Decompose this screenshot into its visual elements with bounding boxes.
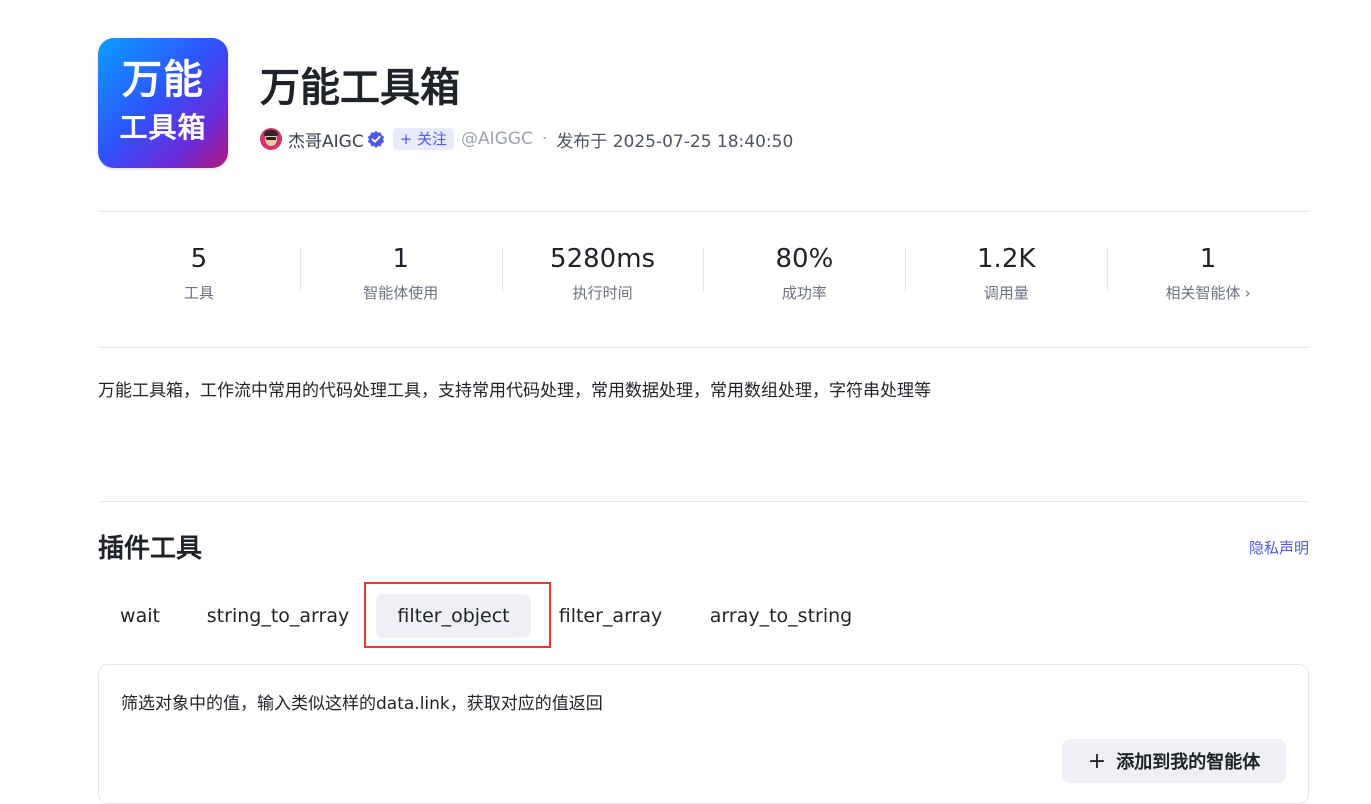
stat-label: 工具: [183, 284, 214, 302]
author-handle: @AIGGC: [461, 129, 533, 149]
stat-label: 智能体使用: [363, 284, 439, 302]
divider: [98, 501, 1309, 502]
stat-label: 调用量: [983, 284, 1029, 302]
plugin-description: 万能工具箱，工作流中常用的代码处理工具，支持常用代码处理，常用数据处理，常用数组…: [98, 381, 931, 401]
stat-call-count: 1.2K 调用量: [905, 240, 1107, 310]
plugin-meta: 杰哥AIGC + 关注 @AIGGC · 发布于 2025-07-25 18:4…: [260, 126, 793, 152]
divider: [98, 347, 1309, 348]
publish-time: 发布于 2025-07-25 18:40:50: [556, 131, 794, 152]
meta-separator: ·: [541, 129, 548, 149]
tab-filter-array[interactable]: filter_array: [548, 594, 673, 638]
stat-tools: 5 工具: [98, 240, 300, 310]
tool-detail-panel: 筛选对象中的值，输入类似这样的data.link，获取对应的值返回 + 添加到我…: [98, 664, 1309, 804]
add-to-agent-button[interactable]: + 添加到我的智能体: [1062, 739, 1286, 783]
follow-button[interactable]: + 关注: [392, 128, 455, 150]
stat-label: 成功率: [781, 284, 827, 302]
plus-icon: +: [1087, 748, 1107, 774]
stat-value: 5280ms: [550, 244, 656, 274]
tab-wait[interactable]: wait: [98, 594, 182, 638]
stat-agent-usage: 1 智能体使用: [299, 240, 502, 310]
author-name[interactable]: 杰哥AIGC: [288, 127, 364, 152]
stat-label: 执行时间: [572, 284, 633, 302]
plugin-detail-page: 万能 工具箱 万能工具箱 杰哥AIGC + 关注 @AIGGC · 发布于 20…: [98, 0, 1309, 804]
stat-value: 1: [392, 244, 410, 274]
tab-filter-object[interactable]: filter_object: [376, 594, 531, 638]
plugin-logo: 万能 工具箱: [98, 38, 228, 168]
author-avatar[interactable]: [260, 128, 282, 150]
stat-related-agents[interactable]: 1 相关智能体 ›: [1107, 240, 1309, 310]
stat-success-rate: 80% 成功率: [703, 240, 905, 310]
tab-string-to-array[interactable]: string_to_array: [195, 594, 361, 638]
privacy-link[interactable]: 隐私声明: [1249, 537, 1309, 558]
tab-array-to-string[interactable]: array_to_string: [697, 594, 865, 638]
related-agents-label[interactable]: 相关智能体: [1166, 284, 1241, 302]
stat-value: 1: [1199, 244, 1217, 274]
stat-value: 80%: [775, 244, 834, 274]
stat-value: 1.2K: [977, 244, 1036, 274]
add-to-agent-label: 添加到我的智能体: [1116, 752, 1261, 773]
logo-text-line2: 工具箱: [119, 111, 207, 144]
stat-label[interactable]: 相关智能体 ›: [1107, 282, 1309, 304]
tool-description: 筛选对象中的值，输入类似这样的data.link，获取对应的值返回: [121, 694, 603, 714]
chevron-right-icon[interactable]: ›: [1245, 284, 1251, 302]
stats-bar: 5 工具 1 智能体使用 5280ms 执行时间 80% 成功率 1.2K 调用…: [98, 240, 1309, 310]
stat-exec-time: 5280ms 执行时间: [501, 240, 704, 310]
logo-text-line1: 万能: [122, 57, 204, 103]
divider: [98, 211, 1309, 212]
verified-badge-icon: [367, 130, 384, 148]
tools-section-title: 插件工具: [98, 534, 203, 564]
plugin-title: 万能工具箱: [260, 65, 460, 111]
stat-value: 5: [190, 244, 208, 274]
